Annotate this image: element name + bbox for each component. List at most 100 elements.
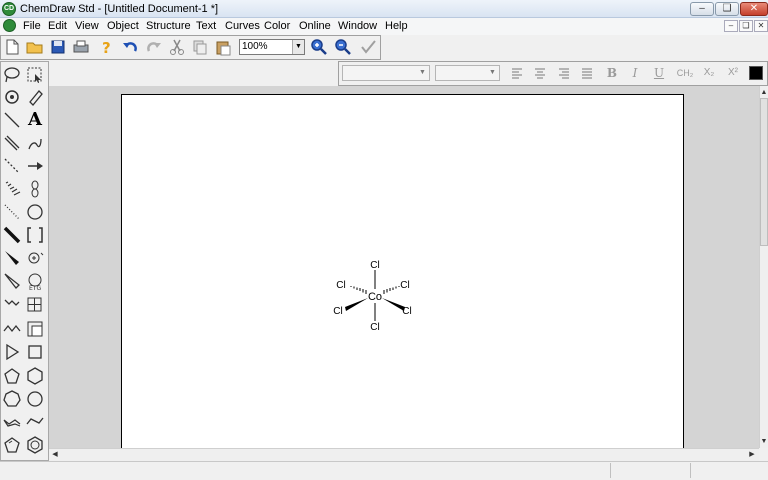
formula-button[interactable]: CH₂	[674, 64, 696, 82]
heptagon-icon[interactable]	[2, 389, 22, 409]
menu-text[interactable]: Text	[196, 20, 216, 32]
menu-file[interactable]: File	[23, 20, 41, 32]
minimize-button[interactable]: –	[690, 2, 714, 16]
octagon-icon[interactable]	[25, 389, 45, 409]
copy-icon[interactable]	[191, 38, 209, 56]
save-icon[interactable]	[49, 38, 67, 56]
scroll-right-icon[interactable]: ▶	[747, 449, 757, 460]
menu-help[interactable]: Help	[385, 20, 408, 32]
atom-ligand[interactable]: Cl	[333, 306, 342, 317]
atom-ligand[interactable]: Cl	[370, 260, 379, 271]
cut-icon[interactable]	[168, 38, 186, 56]
atom-ligand[interactable]: Cl	[370, 322, 379, 333]
menu-online[interactable]: Online	[299, 20, 331, 32]
justify-icon[interactable]	[578, 64, 596, 82]
orbital-sp-icon[interactable]: ETG	[25, 271, 45, 291]
close-button[interactable]: ✕	[740, 2, 768, 16]
single-bond-icon[interactable]	[2, 110, 22, 130]
italic-button[interactable]: I	[626, 64, 644, 82]
document-menu-icon[interactable]	[3, 19, 16, 32]
font-family-select[interactable]: ▼	[342, 65, 430, 81]
superscript-button[interactable]: X²	[724, 64, 742, 82]
brackets-icon[interactable]	[25, 225, 45, 245]
open-folder-icon[interactable]	[26, 38, 44, 56]
menu-structure[interactable]: Structure	[146, 20, 191, 32]
menu-curves[interactable]: Curves	[225, 20, 260, 32]
atom-center[interactable]: Co	[368, 291, 382, 303]
align-center-icon[interactable]	[531, 64, 549, 82]
atom-ligand[interactable]: Cl	[336, 280, 345, 291]
print-icon[interactable]	[72, 38, 90, 56]
cobalt-hexachloride-structure[interactable]: Co Cl Cl Cl Cl Cl Cl	[330, 255, 420, 335]
zoom-in-icon[interactable]	[310, 38, 328, 56]
bold-button[interactable]: B	[603, 64, 621, 82]
align-right-icon[interactable]	[555, 64, 573, 82]
atom-ligand[interactable]: Cl	[402, 306, 411, 317]
scroll-left-icon[interactable]: ◀	[50, 449, 60, 460]
hexagon-icon[interactable]	[25, 366, 45, 386]
vertical-scroll-thumb[interactable]	[760, 98, 768, 246]
paste-icon[interactable]	[214, 38, 232, 56]
benzene-icon[interactable]	[25, 435, 45, 455]
chevron-down-icon[interactable]: ▼	[292, 40, 304, 54]
maximize-button[interactable]: ❑	[715, 2, 739, 16]
doc-close-button[interactable]: ✕	[754, 20, 768, 32]
dashed-bond-icon[interactable]	[2, 156, 22, 176]
scroll-up-icon[interactable]: ▲	[759, 87, 768, 98]
new-document-icon[interactable]	[3, 38, 21, 56]
doc-minimize-button[interactable]: –	[724, 20, 738, 32]
bold-bond-icon[interactable]	[2, 225, 22, 245]
chevron-down-icon: ▼	[489, 69, 496, 76]
hashed-bond-icon[interactable]	[2, 179, 22, 199]
marquee-icon[interactable]	[25, 65, 45, 85]
arrow-icon[interactable]	[25, 156, 45, 176]
help-icon[interactable]: ?	[98, 38, 116, 56]
font-size-select[interactable]: ▼	[435, 65, 500, 81]
doc-restore-button[interactable]: ❑	[739, 20, 753, 32]
scroll-down-icon[interactable]: ▼	[759, 436, 768, 447]
color-swatch[interactable]	[749, 66, 763, 80]
chevron-down-icon: ▼	[419, 69, 426, 76]
cyclohexane-boat-icon[interactable]	[25, 412, 45, 432]
chemdraw-window: { "window": {"title": "ChemDraw Std - [U…	[0, 0, 768, 480]
hollow-wedge-icon[interactable]	[2, 271, 22, 291]
text-tool-icon[interactable]: A	[25, 110, 45, 130]
redo-icon[interactable]	[145, 38, 163, 56]
cyclohexane-chair-icon[interactable]	[2, 412, 22, 432]
charge-icon[interactable]	[25, 248, 45, 268]
pentagon-icon[interactable]	[2, 366, 22, 386]
acyclic-chain-icon[interactable]	[2, 319, 22, 339]
status-bar	[0, 461, 768, 480]
status-divider	[690, 463, 691, 478]
circle-icon[interactable]	[25, 202, 45, 222]
check-icon[interactable]	[359, 38, 377, 56]
chemdraw-app-icon: CD	[2, 2, 16, 16]
cyclopentadiene-icon[interactable]	[2, 435, 22, 455]
menu-object[interactable]: Object	[107, 20, 139, 32]
eraser-icon[interactable]	[25, 87, 45, 107]
subscript-button[interactable]: X₂	[700, 64, 718, 82]
square-icon[interactable]	[25, 342, 45, 362]
menu-view[interactable]: View	[75, 20, 99, 32]
atom-ligand[interactable]: Cl	[400, 280, 409, 291]
triangle-icon[interactable]	[2, 342, 22, 362]
lasso-icon[interactable]	[2, 65, 22, 85]
table-icon[interactable]	[25, 295, 45, 315]
wedge-bond-icon[interactable]	[2, 248, 22, 268]
double-bond-icon[interactable]	[2, 133, 22, 153]
undo-icon[interactable]	[121, 38, 139, 56]
menu-color[interactable]: Color	[264, 20, 290, 32]
svg-text:?: ?	[102, 39, 111, 56]
align-left-icon[interactable]	[508, 64, 526, 82]
rotate-icon[interactable]	[2, 87, 22, 107]
menu-edit[interactable]: Edit	[48, 20, 67, 32]
pen-icon[interactable]	[25, 133, 45, 153]
zoom-out-icon[interactable]	[334, 38, 352, 56]
chain-icon[interactable]	[2, 295, 22, 315]
menu-window[interactable]: Window	[338, 20, 377, 32]
horizontal-scrollbar[interactable]	[49, 448, 759, 461]
dotted-bond-icon[interactable]	[2, 202, 22, 222]
underline-button[interactable]: U	[650, 64, 668, 82]
templates-icon[interactable]	[25, 319, 45, 339]
orbital-icon[interactable]	[25, 179, 45, 199]
